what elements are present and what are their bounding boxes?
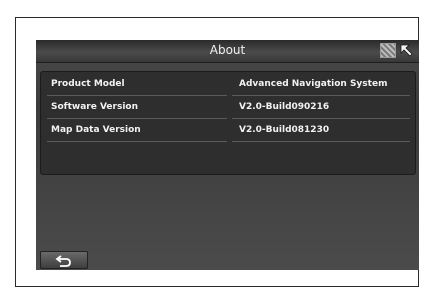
info-label: Product Model <box>51 79 125 89</box>
map-grid-icon[interactable] <box>380 43 396 58</box>
arrow-cursor-icon[interactable] <box>398 42 416 60</box>
info-value: V2.0-Build090216 <box>239 102 330 112</box>
back-arrow-icon <box>55 255 71 267</box>
about-screen: About Product Model Advanced Navigation … <box>36 40 419 270</box>
row-divider <box>47 95 227 96</box>
title-bar: About <box>36 40 419 63</box>
info-label: Map Data Version <box>51 125 141 135</box>
row-divider <box>232 95 410 96</box>
info-value: V2.0-Build081230 <box>239 125 330 135</box>
row-divider <box>47 141 227 142</box>
info-row-product-model: Product Model Advanced Navigation System <box>41 74 415 96</box>
info-row-software-version: Software Version V2.0-Build090216 <box>41 97 415 119</box>
row-divider <box>232 141 410 142</box>
info-row-map-data-version: Map Data Version V2.0-Build081230 <box>41 120 415 142</box>
info-panel: Product Model Advanced Navigation System… <box>40 71 416 175</box>
row-divider <box>232 118 410 119</box>
back-button[interactable] <box>40 251 88 269</box>
info-value: Advanced Navigation System <box>239 79 388 89</box>
info-label: Software Version <box>51 102 138 112</box>
page-title: About <box>209 43 246 57</box>
row-divider <box>47 118 227 119</box>
